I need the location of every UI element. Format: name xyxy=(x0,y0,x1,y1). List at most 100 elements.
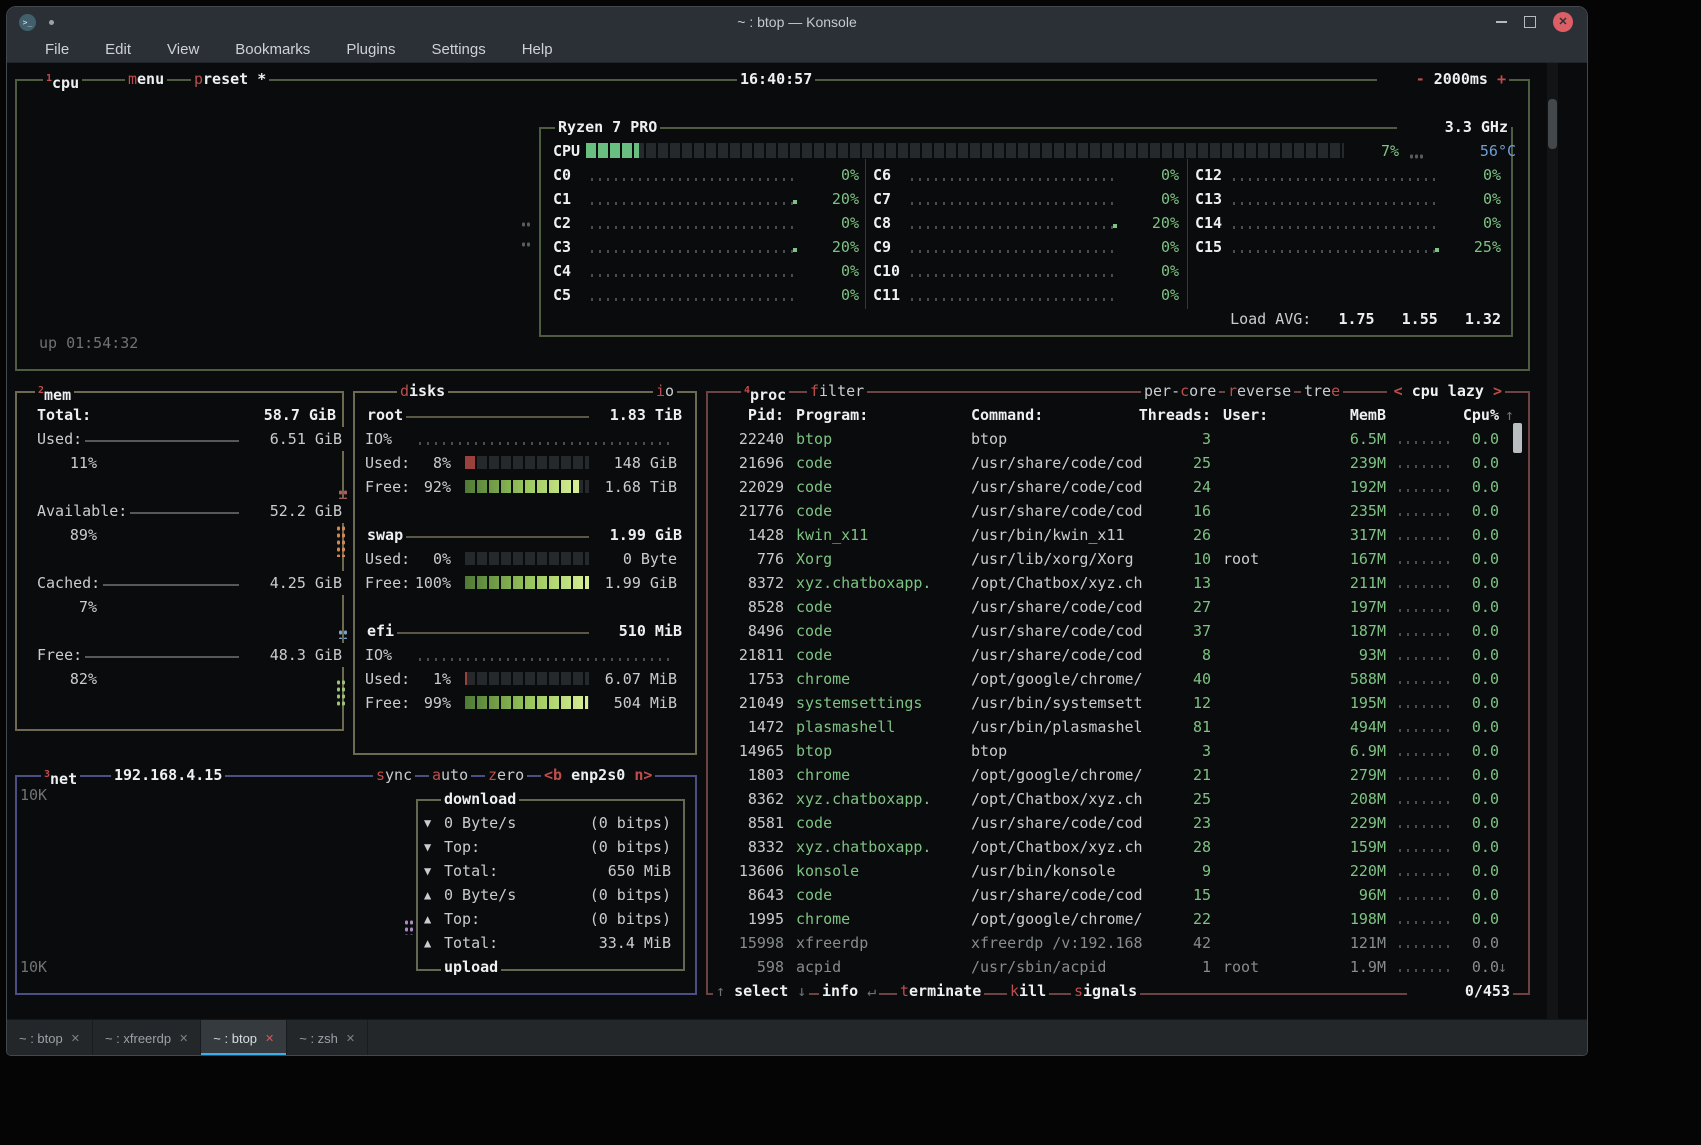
proc-command: /usr/bin/plasmashel xyxy=(971,715,1143,739)
tab-close-icon[interactable]: ✕ xyxy=(179,1032,188,1045)
proc-column-header[interactable]: Program: xyxy=(796,403,868,427)
proc-column-header[interactable]: User: xyxy=(1223,403,1268,427)
proc-mem: 159M xyxy=(1314,835,1386,859)
menubar: File Edit View Bookmarks Plugins Settings Help xyxy=(7,37,1587,63)
proc-cpu: 0.0 xyxy=(1437,499,1499,523)
proc-command: btop xyxy=(971,427,1007,451)
proc-terminate-button[interactable]: terminate xyxy=(897,979,984,1003)
core-percent: 0% xyxy=(1117,283,1179,307)
mini-graph-dots xyxy=(336,679,347,707)
proc-info-button[interactable]: info ↵ xyxy=(819,979,879,1003)
proc-command: /usr/bin/systemsett xyxy=(971,691,1143,715)
tab-close-icon[interactable]: ✕ xyxy=(346,1032,355,1045)
cpu-box-title[interactable]: 1cpu xyxy=(43,67,82,95)
proc-program: xyz.chatboxapp. xyxy=(796,787,931,811)
core-label: C8 xyxy=(873,211,891,235)
titlebar: >_ ~ : btop — Konsole ✕ xyxy=(7,7,1587,37)
core-percent: 20% xyxy=(1117,211,1179,235)
close-button[interactable]: ✕ xyxy=(1553,12,1573,32)
disk-io-graph xyxy=(419,442,673,445)
proc-threads: 10 xyxy=(1147,547,1211,571)
proc-program: code xyxy=(796,475,832,499)
proc-select-control[interactable]: ↑ select ↓ xyxy=(713,979,809,1003)
tab-1[interactable]: ~ : xfreerdp✕ xyxy=(93,1020,201,1056)
proc-sort-selector[interactable]: < cpu lazy > xyxy=(1387,379,1505,403)
net-zero-toggle[interactable]: zero xyxy=(485,763,527,787)
disk-free-bar xyxy=(465,696,589,709)
proc-column-header[interactable]: MemB xyxy=(1314,403,1386,427)
proc-mem: 167M xyxy=(1314,547,1386,571)
tab-close-icon[interactable]: ✕ xyxy=(71,1032,80,1045)
maximize-button[interactable] xyxy=(1524,16,1536,28)
net-interface-selector[interactable]: <b enp2s0 n> xyxy=(541,763,655,787)
proc-mem: 1.9M xyxy=(1314,955,1386,979)
proc-column-header[interactable]: Cpu% xyxy=(1437,403,1499,427)
tab-bar: ~ : btop✕~ : xfreerdp✕~ : btop✕~ : zsh✕ xyxy=(7,1019,1587,1056)
proc-pid: 8643 xyxy=(713,883,784,907)
proc-program: code xyxy=(796,619,832,643)
proc-column-header[interactable]: Pid: xyxy=(713,403,784,427)
proc-command: /opt/Chatbox/xyz.ch xyxy=(971,835,1143,859)
proc-pid: 22029 xyxy=(713,475,784,499)
proc-kill-button[interactable]: kill xyxy=(1007,979,1049,1003)
proc-per-core-toggle[interactable]: per-core xyxy=(1141,379,1219,403)
menu-item-view[interactable]: View xyxy=(167,41,199,58)
tab-close-icon[interactable]: ✕ xyxy=(265,1032,274,1045)
menu-item-bookmarks[interactable]: Bookmarks xyxy=(235,41,310,58)
tab-3[interactable]: ~ : zsh✕ xyxy=(287,1020,368,1056)
terminal-scrollbar-track[interactable] xyxy=(1547,63,1558,1019)
proc-reverse-toggle[interactable]: reverse xyxy=(1225,379,1294,403)
proc-program: code xyxy=(796,811,832,835)
mem-stat-percent: 7% xyxy=(37,595,97,619)
proc-cpu: 0.0 xyxy=(1437,451,1499,475)
menu-item-settings[interactable]: Settings xyxy=(432,41,486,58)
net-auto-toggle[interactable]: auto xyxy=(429,763,471,787)
proc-command: /opt/google/chrome/ xyxy=(971,907,1143,931)
proc-scrollbar-thumb[interactable] xyxy=(1513,423,1522,453)
update-interval-control[interactable]: - 2000ms + xyxy=(1377,67,1509,91)
tab-0[interactable]: ~ : btop✕ xyxy=(7,1020,93,1056)
proc-command: /opt/google/chrome/ xyxy=(971,763,1143,787)
core-usage-graph xyxy=(1233,178,1439,181)
proc-program: xfreerdp xyxy=(796,931,868,955)
upload-arrow-icon: ▲ xyxy=(424,907,431,931)
proc-cpu: 0.0 xyxy=(1437,931,1499,955)
proc-threads: 26 xyxy=(1147,523,1211,547)
proc-cpu: 0.0 xyxy=(1437,643,1499,667)
proc-column-header[interactable]: Threads: xyxy=(1127,403,1211,427)
cpu-total-bar xyxy=(586,143,1344,158)
disks-io-toggle[interactable]: io xyxy=(653,379,677,403)
proc-tree-toggle[interactable]: tree xyxy=(1301,379,1343,403)
core-label: C0 xyxy=(553,163,571,187)
preset-button[interactable]: preset * xyxy=(191,67,269,91)
core-percent: 0% xyxy=(797,283,859,307)
proc-scroll-down-indicator[interactable]: ↓ xyxy=(1487,955,1507,979)
proc-cpu: 0.0 xyxy=(1437,715,1499,739)
proc-filter-button[interactable]: filter xyxy=(807,379,867,403)
net-row-value: (0 bitps) xyxy=(527,883,671,907)
menu-item-help[interactable]: Help xyxy=(522,41,553,58)
proc-signals-button[interactable]: signals xyxy=(1071,979,1140,1003)
menu-item-edit[interactable]: Edit xyxy=(105,41,131,58)
proc-cpu: 0.0 xyxy=(1437,763,1499,787)
core-usage-graph xyxy=(591,274,797,277)
proc-column-header[interactable]: Command: xyxy=(971,403,1043,427)
proc-pid: 1803 xyxy=(713,763,784,787)
menu-item-plugins[interactable]: Plugins xyxy=(346,41,395,58)
proc-mem: 588M xyxy=(1314,667,1386,691)
menu-item-file[interactable]: File xyxy=(45,41,69,58)
proc-pid: 15998 xyxy=(713,931,784,955)
tab-2-active[interactable]: ~ : btop✕ xyxy=(201,1020,287,1056)
proc-cpu: 0.0 xyxy=(1437,619,1499,643)
proc-pid: 598 xyxy=(713,955,784,979)
proc-threads: 21 xyxy=(1147,763,1211,787)
net-scale-bottom: 10K xyxy=(20,955,47,979)
minimize-button[interactable] xyxy=(1496,21,1507,23)
proc-threads: 22 xyxy=(1147,907,1211,931)
proc-cpu: 0.0 xyxy=(1437,475,1499,499)
terminal-scrollbar-thumb[interactable] xyxy=(1548,99,1557,149)
core-label: C7 xyxy=(873,187,891,211)
net-sync-toggle[interactable]: sync xyxy=(373,763,415,787)
menu-button[interactable]: menu xyxy=(125,67,167,91)
proc-mem: 317M xyxy=(1314,523,1386,547)
